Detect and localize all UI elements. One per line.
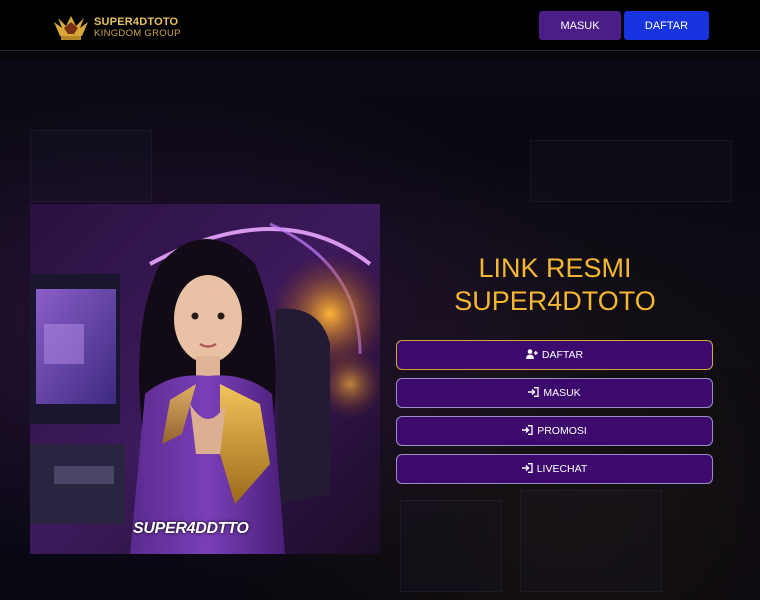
sign-in-icon xyxy=(522,424,533,438)
daftar-button[interactable]: DAFTAR xyxy=(396,340,713,370)
logo-brand-name: SUPER4DTOTO xyxy=(94,16,179,28)
site-logo[interactable]: SUPER4DTOTO KINGDOM GROUP xyxy=(52,14,181,42)
logo-text: SUPER4DTOTO KINGDOM GROUP xyxy=(94,16,181,40)
background-panel xyxy=(400,500,502,592)
masuk-button-label: MASUK xyxy=(543,387,581,399)
background-panel xyxy=(530,140,732,202)
background-panel xyxy=(30,130,152,202)
user-plus-icon xyxy=(525,348,538,362)
header-login-button[interactable]: MASUK xyxy=(539,11,621,40)
promosi-button-label: PROMOSI xyxy=(537,425,587,437)
gaming-character-illustration xyxy=(30,204,380,554)
logo-subtitle: KINGDOM GROUP xyxy=(94,28,181,39)
sign-in-icon xyxy=(528,386,539,400)
top-navbar: SUPER4DTOTO KINGDOM GROUP MASUK DAFTAR xyxy=(0,0,760,51)
daftar-button-label: DAFTAR xyxy=(541,349,584,361)
hero-banner-image: SUPER4DDTTO xyxy=(30,204,380,554)
promosi-button[interactable]: PROMOSI xyxy=(396,416,713,446)
header-register-button[interactable]: DAFTAR xyxy=(624,11,709,40)
page: SUPER4DTOTO KINGDOM GROUP MASUK DAFTAR S… xyxy=(0,0,760,600)
page-title: LINK RESMI SUPER4DTOTO xyxy=(396,252,714,318)
title-line-1: LINK RESMI xyxy=(478,253,632,283)
livechat-button[interactable]: LIVECHAT xyxy=(396,454,713,484)
masuk-button[interactable]: MASUK xyxy=(396,378,713,408)
background-panel xyxy=(520,490,662,592)
hero-image-brand-text: SUPER4DDTTO xyxy=(133,520,249,537)
crown-emblem-icon xyxy=(54,16,88,40)
title-line-2: SUPER4DTOTO xyxy=(454,286,656,316)
sign-in-icon xyxy=(521,462,533,476)
livechat-button-label: LIVECHAT xyxy=(536,463,588,475)
